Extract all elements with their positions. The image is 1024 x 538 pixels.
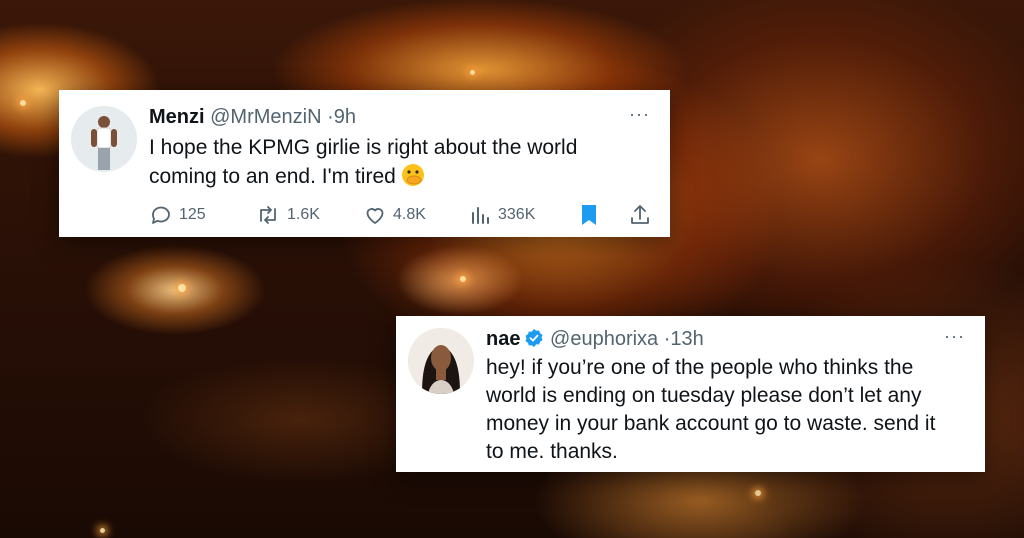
ember: [470, 70, 475, 75]
reply-button[interactable]: 125: [149, 203, 206, 227]
tweet-text-line: to me. thanks.: [486, 440, 618, 463]
share-icon: [631, 205, 649, 224]
avatar[interactable]: [71, 106, 137, 172]
reply-icon: [152, 206, 170, 224]
tweet-text: I hope the KPMG girlie is right about th…: [149, 134, 649, 196]
tweet-card-nae[interactable]: nae @euphorixa ·13h ··· hey! if you’re o…: [396, 316, 985, 472]
ember: [178, 284, 186, 292]
tweet-text-line: hey! if you’re one of the people who thi…: [486, 356, 914, 379]
ember: [755, 490, 761, 496]
tweet-header: Menzi @MrMenziN ·9h: [149, 106, 356, 129]
tweet-text-line: world is ending on tuesday please don’t …: [486, 384, 922, 407]
views-icon: [472, 207, 489, 224]
tweet-text-line: coming to an end. I'm tired: [149, 162, 649, 196]
reply-count: 125: [179, 206, 206, 223]
ember: [460, 276, 466, 282]
like-button[interactable]: 4.8K: [363, 203, 426, 227]
ember: [100, 528, 105, 533]
like-icon: [366, 208, 384, 224]
timestamp[interactable]: 9h: [334, 106, 356, 128]
handle[interactable]: @MrMenziN: [210, 106, 321, 128]
tweet-text: hey! if you’re one of the people who thi…: [486, 354, 966, 466]
display-name[interactable]: nae: [486, 328, 520, 350]
bookmark-button[interactable]: [579, 203, 605, 227]
face-with-hand-over-mouth-emoji: [400, 162, 426, 196]
tweet-actions: 125 1.6K 4.8K 336K: [149, 203, 654, 227]
tweet-text-line: I hope the KPMG girlie is right about th…: [149, 136, 578, 159]
repost-count: 1.6K: [287, 206, 320, 223]
handle[interactable]: @euphorixa: [550, 328, 658, 350]
tweet-header: nae @euphorixa ·13h: [486, 328, 704, 354]
more-icon[interactable]: ···: [629, 104, 650, 125]
bookmark-icon: [582, 205, 596, 225]
views-count: 336K: [498, 206, 536, 223]
separator-dot: ·: [327, 106, 334, 128]
display-name[interactable]: Menzi: [149, 106, 205, 128]
repost-button[interactable]: 1.6K: [255, 203, 320, 227]
like-count: 4.8K: [393, 206, 426, 223]
tweet-card-menzi[interactable]: Menzi @MrMenziN ·9h ··· I hope the KPMG …: [59, 90, 670, 237]
more-icon[interactable]: ···: [944, 326, 965, 347]
verified-badge-icon: [524, 328, 544, 354]
avatar[interactable]: [408, 328, 474, 394]
share-button[interactable]: [629, 203, 657, 227]
timestamp[interactable]: 13h: [670, 328, 703, 350]
tweet-text-line: money in your bank account go to waste. …: [486, 412, 936, 435]
views-button[interactable]: 336K: [470, 203, 535, 227]
ember: [20, 100, 26, 106]
repost-icon: [260, 206, 276, 224]
